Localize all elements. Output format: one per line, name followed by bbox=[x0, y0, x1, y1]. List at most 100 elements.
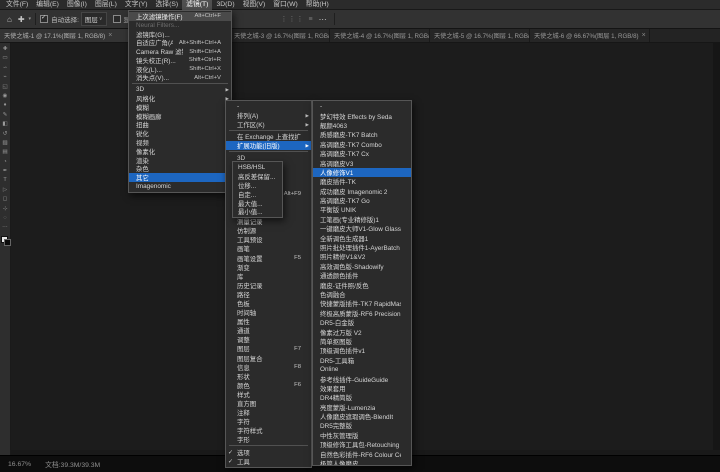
menu-item[interactable]: 形状 bbox=[226, 372, 311, 381]
menu-item[interactable]: 顶级修饰工具包-Retouching tools bbox=[313, 440, 411, 449]
menu-item[interactable]: 全新调色生成器1 bbox=[313, 233, 411, 242]
menu-item[interactable]: 时间轴 bbox=[226, 308, 311, 317]
hand-tool-icon[interactable]: ⊹ bbox=[1, 205, 10, 214]
menu-item[interactable]: 模糊▶ bbox=[129, 103, 231, 112]
menu-item[interactable]: 杂色▶ bbox=[129, 165, 231, 174]
menu-item[interactable]: 字符样式 bbox=[226, 426, 311, 435]
menu-item[interactable]: 色调融合 bbox=[313, 290, 411, 299]
document-tab[interactable]: 天使之城-3 @ 16.7%(图层 1, RGB/8)× bbox=[230, 29, 330, 42]
menu-item[interactable]: 高调磨皮-TK7 Cx bbox=[313, 149, 411, 158]
menu-item[interactable]: 像素过万版 V2 bbox=[313, 327, 411, 336]
menu-item[interactable]: 画笔设置F5 bbox=[226, 254, 311, 263]
menu-item[interactable]: 扩展功能(旧版)▶ bbox=[226, 141, 311, 150]
menu-item[interactable]: 靓颜4063 bbox=[313, 121, 411, 130]
close-icon[interactable]: × bbox=[108, 32, 112, 39]
menu-item[interactable]: 渐变 bbox=[226, 263, 311, 272]
menu-item[interactable]: 在 Exchange 上查找扩展功能(旧版)... bbox=[226, 132, 311, 141]
menu-item[interactable]: 其它▶ bbox=[129, 173, 231, 182]
menu-item[interactable]: 极简人像磨皮 bbox=[313, 459, 411, 466]
menu-item[interactable]: 工作区(K)▶ bbox=[226, 120, 311, 129]
menu-item[interactable]: 滤镜库(G)... bbox=[129, 30, 231, 39]
menubar-item[interactable]: 选择(S) bbox=[152, 0, 183, 10]
auto-select-checkbox[interactable] bbox=[40, 15, 48, 23]
menu-item[interactable]: 高效调色版-Shadowify bbox=[313, 262, 411, 271]
menubar-item[interactable]: 视图(V) bbox=[239, 0, 270, 10]
document-tab[interactable]: 天使之城-5 @ 16.7%(图层 1, RGB/8)× bbox=[430, 29, 530, 42]
menu-item[interactable]: 照片精修V1&V2 bbox=[313, 252, 411, 261]
menu-item[interactable]: 参考线插件-GuideGuide bbox=[313, 374, 411, 383]
menu-item[interactable]: 路径 bbox=[226, 290, 311, 299]
menu-item[interactable]: 照片批处理插件1-AyerBatch bbox=[313, 243, 411, 252]
lasso-tool-icon[interactable]: ∽ bbox=[1, 64, 10, 73]
type-tool-icon[interactable]: T bbox=[1, 176, 10, 185]
clone-stamp-tool-icon[interactable]: ◧ bbox=[1, 120, 10, 129]
eyedropper-tool-icon[interactable]: ◉ bbox=[1, 92, 10, 101]
menu-item[interactable]: 效果套用 bbox=[313, 384, 411, 393]
menubar-item[interactable]: 图像(I) bbox=[63, 0, 91, 10]
distribute-layers-icons[interactable]: ≡ bbox=[309, 16, 314, 23]
move-tool-icon[interactable]: ✚ bbox=[1, 45, 10, 54]
menubar-item[interactable]: 帮助(H) bbox=[302, 0, 333, 10]
menu-item[interactable]: 工笔画(专业精修版)1 bbox=[313, 215, 411, 224]
blur-tool-icon[interactable]: ◔ bbox=[1, 158, 10, 167]
menu-item[interactable]: 图层复合 bbox=[226, 354, 311, 363]
menu-item[interactable]: 消失点(V)...Alt+Ctrl+V bbox=[129, 74, 231, 83]
menu-item[interactable]: 人像修饰V1 bbox=[313, 168, 411, 177]
menu-item[interactable]: - bbox=[313, 102, 411, 111]
menu-item[interactable]: 亮度蒙版-Lumenzia bbox=[313, 403, 411, 412]
menu-item[interactable]: 扭曲▶ bbox=[129, 121, 231, 130]
menu-item[interactable]: 图层F7 bbox=[226, 344, 311, 353]
edit-toolbar-tool-icon[interactable]: ⋯ bbox=[1, 223, 10, 232]
home-icon[interactable]: ⌂ bbox=[7, 15, 12, 24]
menu-item[interactable]: 自定... bbox=[233, 190, 282, 199]
menubar-item[interactable]: 图层(L) bbox=[91, 0, 121, 10]
move-tool-icon[interactable]: ✚ bbox=[18, 15, 25, 24]
menu-item[interactable]: 高反差保留... bbox=[233, 172, 282, 181]
menu-item[interactable]: DR4精简版 bbox=[313, 393, 411, 402]
menu-item[interactable]: 镜头校正(R)...Shift+Ctrl+R bbox=[129, 56, 231, 65]
menu-item[interactable]: 视频▶ bbox=[129, 138, 231, 147]
menubar-item[interactable]: 文件(F) bbox=[2, 0, 32, 10]
menu-item[interactable]: 画笔 bbox=[226, 244, 311, 253]
color-swatches[interactable] bbox=[1, 236, 10, 246]
history-brush-tool-icon[interactable]: ↺ bbox=[1, 130, 10, 139]
marquee-tool-icon[interactable]: ▭ bbox=[1, 54, 10, 63]
menu-item[interactable]: 人像磨皮遮瑕调色-BlendIt bbox=[313, 412, 411, 421]
menu-item[interactable]: Imagenomic▶ bbox=[129, 182, 231, 191]
show-transform-checkbox[interactable] bbox=[113, 15, 121, 23]
menu-item[interactable]: 色板 bbox=[226, 299, 311, 308]
quick-selection-tool-icon[interactable]: ⌁ bbox=[1, 73, 10, 82]
menu-item[interactable]: 梦幻特效 Effects by Seda bbox=[313, 111, 411, 120]
menu-item[interactable]: 历史记录 bbox=[226, 281, 311, 290]
menu-item[interactable]: ✓工具 bbox=[226, 457, 311, 466]
document-tab[interactable]: 天使之城-1 @ 17.1%(图层 1, RGB/8)× bbox=[0, 29, 130, 42]
menu-item[interactable]: 顶级调色插件v1 bbox=[313, 346, 411, 355]
align-layers-icons[interactable]: ⋮⋮⋮ bbox=[281, 15, 305, 23]
menu-item[interactable]: 库 bbox=[226, 272, 311, 281]
menu-item[interactable]: 上次滤镜操作(F)Alt+Ctrl+F bbox=[129, 12, 231, 21]
menu-item[interactable]: 成功磨皮 Imagenomic 2 bbox=[313, 187, 411, 196]
menu-item[interactable]: 简单抠图版 bbox=[313, 337, 411, 346]
menubar-item[interactable]: 编辑(E) bbox=[32, 0, 63, 10]
menu-item[interactable]: 高调磨皮-TK7 Go bbox=[313, 196, 411, 205]
menu-item[interactable]: 模糊画廊▶ bbox=[129, 112, 231, 121]
tool-preset-caret-icon[interactable]: ▾ bbox=[29, 16, 32, 22]
healing-brush-tool-icon[interactable]: ♦ bbox=[1, 101, 10, 110]
menu-item[interactable]: HSB/HSL bbox=[233, 163, 282, 172]
background-color-swatch[interactable] bbox=[4, 239, 11, 246]
zoom-tool-icon[interactable]: ◌ bbox=[1, 214, 10, 223]
menu-item[interactable]: 自然色彩插件-RF6 Colour Center bbox=[313, 449, 411, 458]
menu-item[interactable]: 质感磨皮-TK7 Batch bbox=[313, 130, 411, 139]
menu-item[interactable]: 快捷蒙版插件-TK7 RapidMask bbox=[313, 299, 411, 308]
menu-item[interactable]: 样式 bbox=[226, 390, 311, 399]
menu-item[interactable]: Neural Filters... bbox=[129, 21, 231, 30]
menu-item[interactable]: DR5-工具箱 bbox=[313, 356, 411, 365]
menu-item[interactable]: 调整 bbox=[226, 335, 311, 344]
menu-item[interactable]: 位移... bbox=[233, 181, 282, 190]
menubar-item[interactable]: 3D(D) bbox=[212, 0, 238, 10]
menu-item[interactable]: 字形 bbox=[226, 435, 311, 444]
menu-item[interactable]: 通道 bbox=[226, 326, 311, 335]
menu-item[interactable]: 锐化▶ bbox=[129, 129, 231, 138]
crop-tool-icon[interactable]: ◱ bbox=[1, 83, 10, 92]
menu-item[interactable]: 直方图 bbox=[226, 399, 311, 408]
